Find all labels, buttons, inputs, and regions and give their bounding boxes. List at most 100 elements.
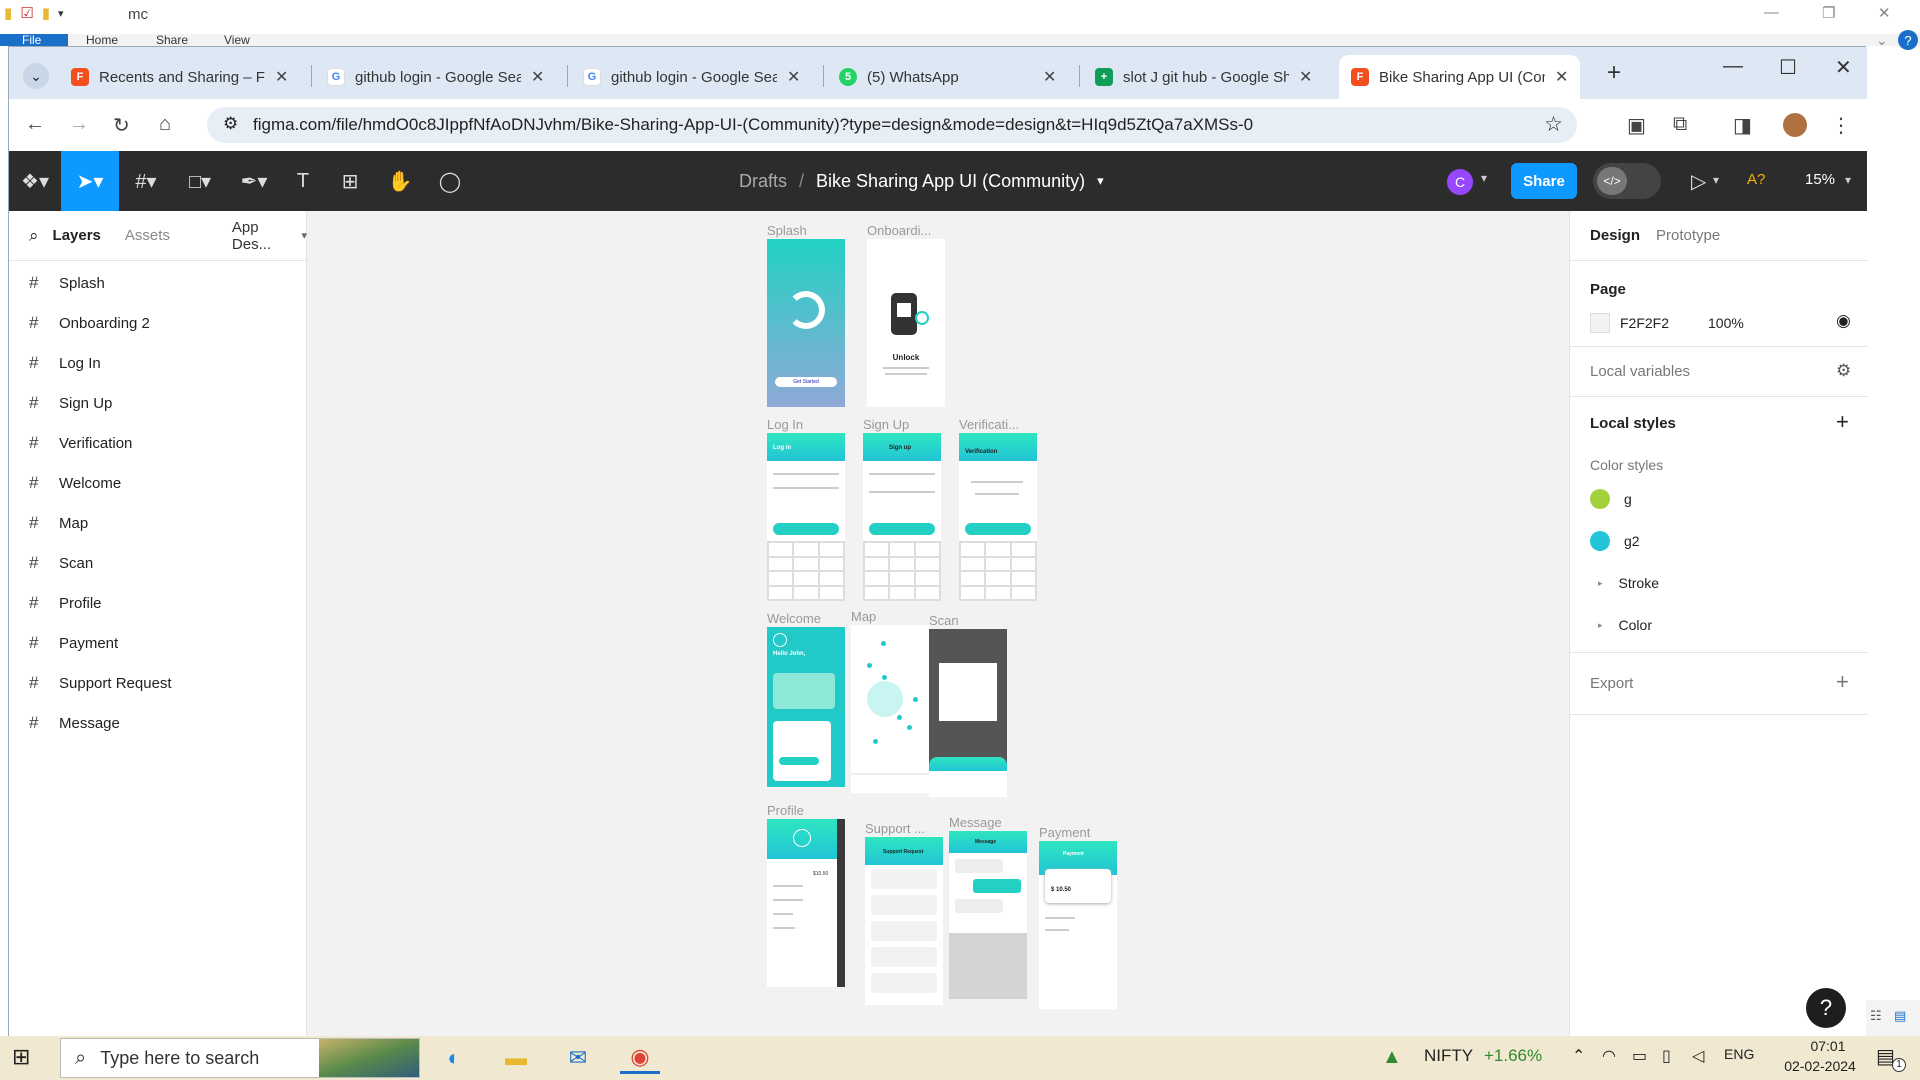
layer-item[interactable]: # Onboarding 2 — [29, 303, 150, 343]
frame-label[interactable]: Sign Up — [863, 417, 909, 432]
explorer-minimize-icon[interactable]: — — [1764, 4, 1779, 21]
local-variables-label[interactable]: Local variables — [1590, 363, 1690, 380]
scan-frame[interactable] — [929, 629, 1007, 797]
layer-item[interactable]: # Welcome — [29, 463, 121, 503]
tab-google-sheets[interactable]: + slot J git hub - Google Sh ✕ — [1083, 55, 1324, 99]
taskbar-search[interactable]: ⌕ Type here to search — [60, 1038, 420, 1078]
tab-assets[interactable]: Assets — [125, 227, 170, 244]
layer-item[interactable]: # Scan — [29, 543, 93, 583]
dropdown-icon[interactable]: ▾ — [58, 7, 64, 20]
chrome-maximize-icon[interactable]: ☐ — [1779, 55, 1797, 80]
chevron-down-icon[interactable]: ▾ — [1845, 173, 1851, 187]
comment-tool-icon[interactable]: ◯ — [427, 151, 473, 211]
breadcrumb-drafts[interactable]: Drafts — [739, 171, 787, 192]
frame-label[interactable]: Message — [949, 815, 1002, 830]
page-color-swatch[interactable] — [1590, 313, 1610, 333]
bookmark-star-icon[interactable]: ☆ — [1544, 112, 1563, 137]
url-text[interactable]: figma.com/file/hmdO0c8JIppfNfAoDNJvhm/Bi… — [253, 115, 1253, 135]
layer-item[interactable]: # Map — [29, 503, 88, 543]
stock-name[interactable]: NIFTY — [1424, 1046, 1473, 1066]
onboarding-frame[interactable]: Unlock — [867, 239, 945, 407]
forward-icon[interactable]: → — [69, 113, 89, 136]
frame-label[interactable]: Payment — [1039, 825, 1090, 840]
tab-github-login-2[interactable]: G github login - Google Sea ✕ — [571, 55, 812, 99]
explorer-restore-icon[interactable]: ❐ — [1822, 4, 1835, 22]
home-icon[interactable]: ⌂ — [159, 113, 171, 136]
new-tab-icon[interactable]: + — [1607, 59, 1621, 87]
eye-icon[interactable]: ◉ — [1836, 311, 1851, 331]
details-view-icon[interactable]: ☷ — [1870, 1008, 1882, 1024]
file-explorer-icon[interactable]: ▬ — [496, 1042, 536, 1074]
volume-icon[interactable]: ◁ — [1692, 1046, 1704, 1066]
close-tab-icon[interactable]: ✕ — [787, 67, 800, 87]
pen-tool-icon[interactable]: ✒▾ — [229, 151, 279, 211]
thumbnails-view-icon[interactable]: ▤ — [1894, 1008, 1906, 1024]
tab-whatsapp[interactable]: 5 (5) WhatsApp ✕ — [827, 55, 1068, 99]
close-tab-icon[interactable]: ✕ — [1299, 67, 1312, 87]
extensions-icon[interactable]: ⧉ — [1673, 113, 1687, 136]
ribbon-view-tab[interactable]: View — [224, 34, 250, 46]
ai-assist-label[interactable]: A? — [1747, 171, 1765, 188]
mail-icon[interactable]: ✉ — [558, 1042, 598, 1074]
resources-tool-icon[interactable]: ⊞ — [327, 151, 373, 211]
layer-item[interactable]: # Log In — [29, 343, 101, 383]
folder-icon[interactable]: ▮ — [4, 4, 12, 22]
dev-mode-toggle[interactable]: </> — [1593, 163, 1661, 199]
stock-change[interactable]: +1.66% — [1484, 1046, 1542, 1066]
profile-frame[interactable]: $10.50 — [767, 819, 845, 987]
add-export-icon[interactable]: + — [1836, 669, 1849, 695]
close-tab-icon[interactable]: ✕ — [1043, 67, 1056, 87]
tab-prototype[interactable]: Prototype — [1656, 227, 1720, 244]
chrome-icon[interactable]: ◉ — [620, 1042, 660, 1074]
ribbon-share-tab[interactable]: Share — [156, 34, 188, 46]
profile-avatar[interactable] — [1783, 113, 1807, 137]
frame-label[interactable]: Welcome — [767, 611, 821, 626]
map-frame[interactable] — [851, 625, 929, 793]
export-label[interactable]: Export — [1590, 675, 1633, 692]
frame-label[interactable]: Map — [851, 609, 876, 624]
close-tab-icon[interactable]: ✕ — [275, 67, 288, 87]
splash-frame[interactable]: Get Started — [767, 239, 845, 407]
explorer-help-icon[interactable]: ? — [1898, 30, 1918, 50]
cast-icon[interactable]: ▣ — [1627, 113, 1646, 138]
chevron-down-icon[interactable]: ▾ — [1097, 173, 1104, 189]
ribbon-home-tab[interactable]: Home — [86, 34, 118, 46]
message-frame[interactable]: Message — [949, 831, 1027, 999]
help-button[interactable]: ? — [1806, 988, 1846, 1028]
stroke-group[interactable]: ▸ Stroke — [1598, 575, 1659, 591]
tab-figma-recents[interactable]: F Recents and Sharing – Fig ✕ — [59, 55, 300, 99]
windows-start-icon[interactable]: ⊞ — [12, 1044, 30, 1070]
shape-tool-icon[interactable]: □▾ — [175, 151, 225, 211]
add-style-icon[interactable]: + — [1836, 409, 1849, 435]
explorer-close-icon[interactable]: ✕ — [1878, 4, 1891, 22]
frame-tool-icon[interactable]: #▾ — [121, 151, 171, 211]
layer-item[interactable]: # Splash — [29, 263, 105, 303]
chevron-down-icon[interactable]: ▾ — [1481, 171, 1487, 185]
meet-now-icon[interactable]: ▭ — [1632, 1046, 1647, 1066]
tab-bike-sharing-figma[interactable]: F Bike Sharing App UI (Com ✕ — [1339, 55, 1581, 99]
frame-label[interactable]: Verificati... — [959, 417, 1019, 432]
hand-tool-icon[interactable]: ✋ — [377, 151, 423, 211]
chevron-down-icon[interactable]: ▾ — [1713, 173, 1719, 187]
frame-label[interactable]: Splash — [767, 223, 807, 238]
style-item-g[interactable]: g — [1590, 489, 1632, 509]
search-icon[interactable]: ⌕ — [29, 226, 39, 246]
layer-item[interactable]: # Message — [29, 703, 120, 743]
site-info-icon[interactable]: ⚙ — [223, 114, 238, 134]
close-tab-icon[interactable]: ✕ — [1555, 67, 1568, 87]
collaborator-avatar[interactable]: C — [1447, 169, 1473, 195]
page-color-value[interactable]: F2F2F2 — [1620, 315, 1669, 331]
payment-frame[interactable]: Payment $ 10.50 — [1039, 841, 1117, 1009]
ribbon-file-label[interactable]: File — [22, 34, 41, 46]
layer-item[interactable]: # Support Request — [29, 663, 172, 703]
verification-frame[interactable]: Verification — [959, 433, 1037, 601]
layer-item[interactable]: # Sign Up — [29, 383, 112, 423]
tab-design[interactable]: Design — [1590, 227, 1640, 244]
layer-item[interactable]: # Verification — [29, 423, 132, 463]
back-icon[interactable]: ← — [25, 113, 45, 136]
close-tab-icon[interactable]: ✕ — [531, 67, 544, 87]
reload-icon[interactable]: ↻ — [113, 113, 130, 138]
edge-icon[interactable]: ◐ — [434, 1042, 474, 1074]
welcome-frame[interactable]: Hello John, — [767, 627, 845, 787]
explorer-expand-icon[interactable]: ⌄ — [1876, 32, 1888, 49]
